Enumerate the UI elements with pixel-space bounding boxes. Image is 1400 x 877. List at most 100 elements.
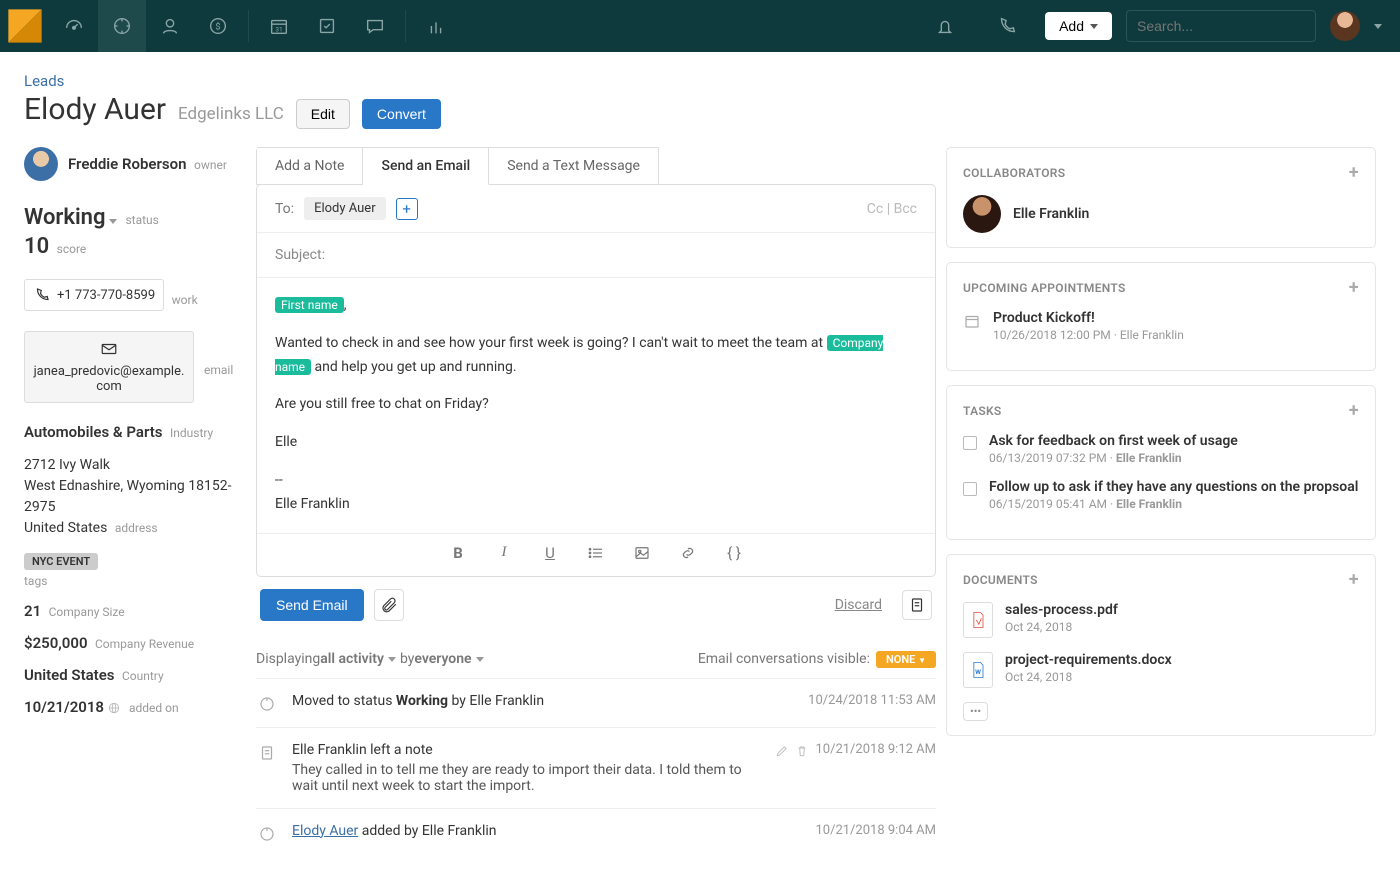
lead-link[interactable]: Elody Auer (292, 823, 358, 839)
email-label: email (204, 363, 233, 377)
nav-messages-icon[interactable] (351, 0, 399, 52)
company-size-label: Company Size (49, 605, 125, 619)
owner-label: owner (194, 158, 227, 172)
lead-name: Elody Auer (24, 92, 166, 127)
document-name[interactable]: sales-process.pdf (1005, 602, 1118, 618)
email-value: janea_predovic@example.com (33, 364, 185, 394)
recipient-chip[interactable]: Elody Auer (304, 197, 386, 220)
status-change-icon (256, 693, 278, 713)
score-value: 10 (24, 234, 49, 259)
compose-tabs: Add a Note Send an Email Send a Text Mes… (256, 147, 659, 185)
address-line2: West Ednashire, Wyoming 18152-2975 (24, 476, 236, 518)
owner-name: Freddie Roberson (68, 155, 186, 173)
link-icon[interactable] (678, 544, 698, 566)
add-recipient-button[interactable]: + (396, 198, 418, 220)
tab-add-note[interactable]: Add a Note (257, 147, 363, 184)
company-size-value: 21 (24, 602, 41, 620)
bold-icon[interactable]: B (448, 544, 468, 566)
task-title[interactable]: Follow up to ask if they have any questi… (989, 479, 1358, 495)
document-name[interactable]: project-requirements.docx (1005, 652, 1172, 668)
svg-text:W: W (975, 668, 981, 676)
edit-button[interactable]: Edit (296, 99, 350, 129)
score-label: score (57, 242, 87, 256)
phone-box[interactable]: +1 773-770-8599 (24, 279, 164, 311)
add-document-button[interactable]: + (1349, 569, 1359, 590)
image-icon[interactable] (632, 544, 652, 566)
panel-title: TASKS (963, 404, 1002, 418)
panel-title: DOCUMENTS (963, 573, 1038, 587)
svg-text:$: $ (215, 22, 220, 33)
search-input[interactable] (1137, 18, 1318, 34)
appointment-meta: 10/26/2018 12:00 PM · Elle Franklin (993, 328, 1184, 342)
cc-link[interactable]: Cc (867, 201, 883, 217)
mail-icon (100, 340, 118, 358)
search-box[interactable] (1126, 10, 1316, 42)
trash-icon[interactable] (795, 742, 809, 760)
address-label: address (115, 521, 158, 535)
italic-icon[interactable]: I (494, 544, 514, 566)
nav-tasks-icon[interactable] (303, 0, 351, 52)
task-title[interactable]: Ask for feedback on first week of usage (989, 433, 1238, 449)
breadcrumb[interactable]: Leads (24, 72, 1376, 90)
user-menu-caret-icon[interactable] (1374, 24, 1382, 29)
collaborator-name: Elle Franklin (1013, 206, 1089, 222)
note-icon (256, 742, 278, 794)
email-body[interactable]: First name, Wanted to check in and see h… (257, 278, 935, 533)
discard-link[interactable]: Discard (835, 597, 882, 613)
appointment-title[interactable]: Product Kickoff! (993, 310, 1184, 326)
nav-contacts-icon[interactable] (146, 0, 194, 52)
tab-send-email[interactable]: Send an Email (363, 147, 489, 185)
task-checkbox[interactable] (963, 482, 977, 496)
nav-dashboard-icon[interactable] (50, 0, 98, 52)
docx-icon: W (963, 652, 993, 688)
added-on-label: added on (129, 701, 179, 715)
collaborator-avatar (963, 195, 1001, 233)
tag-badge[interactable]: NYC EVENT (24, 553, 98, 570)
nav-leads-icon[interactable] (98, 0, 146, 52)
code-icon[interactable]: { } (724, 544, 744, 566)
revenue-label: Company Revenue (95, 637, 194, 651)
underline-icon[interactable]: U (540, 544, 560, 566)
address-country: United States (24, 520, 107, 536)
logo-icon[interactable] (0, 0, 50, 52)
panel-title: UPCOMING APPOINTMENTS (963, 281, 1126, 295)
tab-send-text[interactable]: Send a Text Message (489, 147, 659, 184)
status-value[interactable]: Working (24, 205, 105, 230)
add-task-button[interactable]: + (1349, 400, 1359, 421)
subject-input[interactable]: Subject: (257, 233, 935, 278)
nav-reports-icon[interactable] (412, 0, 460, 52)
revenue-value: $250,000 (24, 634, 88, 652)
activity-user-filter[interactable]: everyone (414, 651, 471, 667)
merge-token-first-name[interactable]: First name (275, 297, 344, 313)
more-documents-button[interactable]: ••• (963, 702, 988, 721)
collaborators-panel: COLLABORATORS + Elle Franklin (946, 147, 1376, 248)
caret-down-icon[interactable] (476, 657, 484, 662)
globe-icon (107, 701, 121, 715)
user-avatar[interactable] (1330, 11, 1360, 41)
add-collaborator-button[interactable]: + (1349, 162, 1359, 183)
nav-deals-icon[interactable]: $ (194, 0, 242, 52)
status-caret-icon[interactable] (109, 219, 117, 224)
attach-button[interactable] (374, 589, 404, 621)
email-box[interactable]: janea_predovic@example.com (24, 331, 194, 403)
send-email-button[interactable]: Send Email (260, 589, 364, 621)
industry-label: Industry (170, 426, 213, 440)
bcc-link[interactable]: Bcc (894, 201, 917, 217)
nav-divider (248, 10, 249, 42)
add-appointment-button[interactable]: + (1349, 277, 1359, 298)
add-button[interactable]: Add (1045, 12, 1112, 40)
edit-icon[interactable] (775, 742, 789, 760)
task-checkbox[interactable] (963, 436, 977, 450)
format-toolbar: B I U { } (257, 533, 935, 576)
activity-filter[interactable]: all activity (320, 651, 384, 667)
caret-down-icon[interactable] (388, 657, 396, 662)
list-icon[interactable] (586, 544, 606, 566)
call-icon[interactable] (983, 0, 1031, 52)
conv-visibility-pill[interactable]: NONE ▼ (876, 651, 936, 668)
nav-calendar-icon[interactable]: 31 (255, 0, 303, 52)
panel-title: COLLABORATORS (963, 166, 1065, 180)
convert-button[interactable]: Convert (362, 99, 441, 129)
notifications-icon[interactable] (921, 0, 969, 52)
country-value: United States (24, 666, 114, 684)
template-button[interactable] (902, 590, 932, 620)
